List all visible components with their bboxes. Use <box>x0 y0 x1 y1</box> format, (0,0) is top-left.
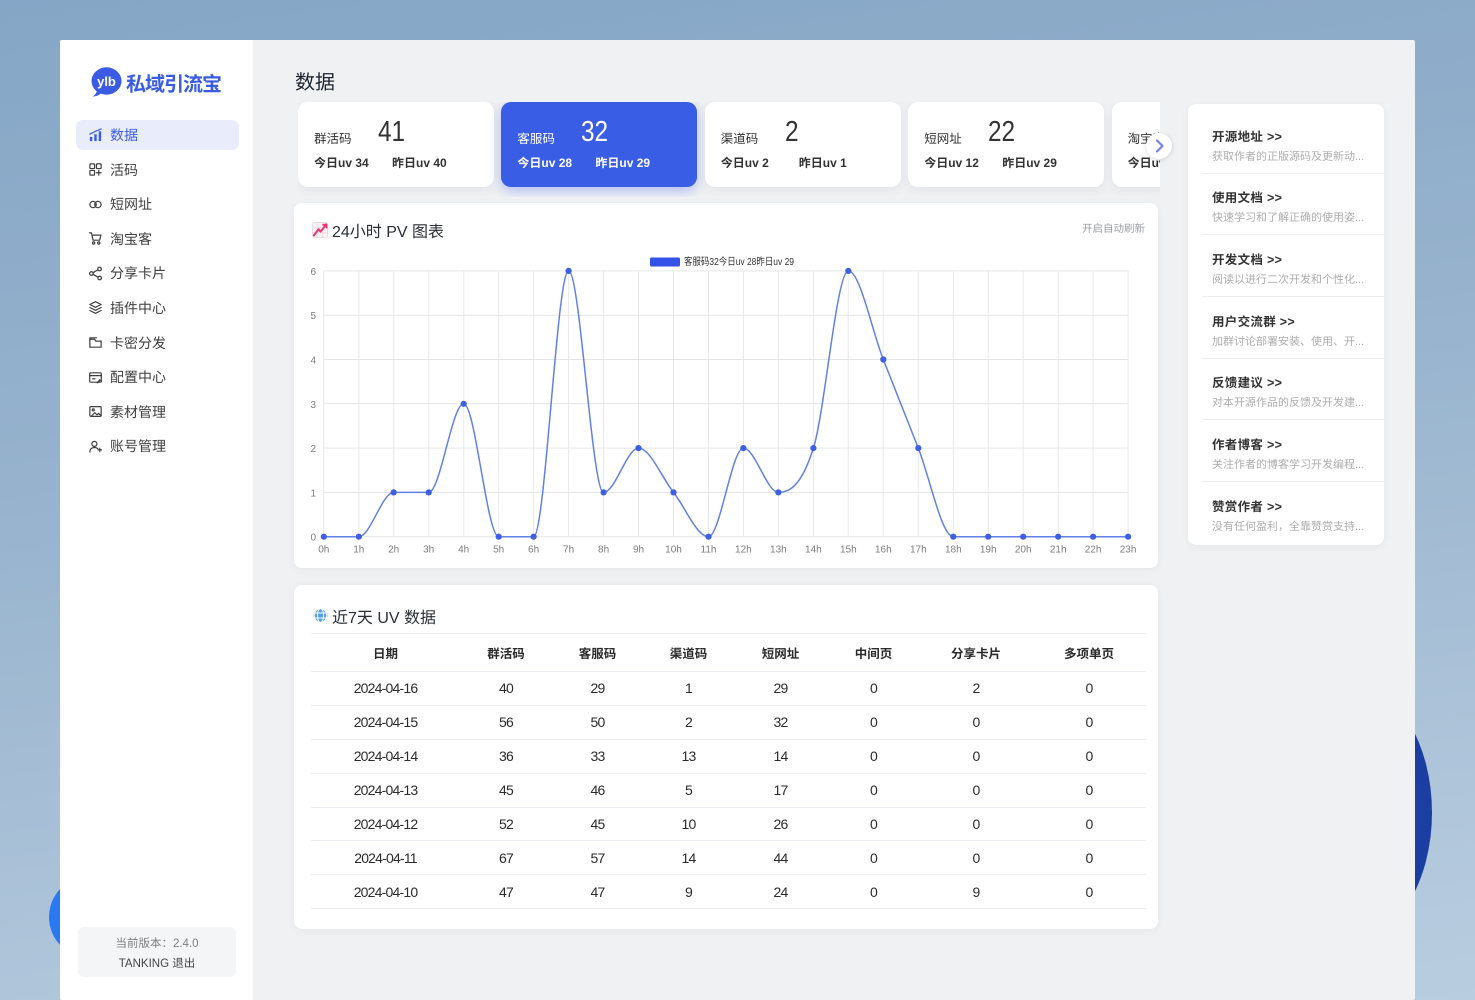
svg-text:1: 1 <box>310 488 316 499</box>
svg-text:6h: 6h <box>528 545 539 556</box>
svg-text:0: 0 <box>310 533 316 544</box>
svg-text:11h: 11h <box>701 545 717 556</box>
svg-text:22h: 22h <box>1085 545 1102 556</box>
svg-text:5h: 5h <box>493 545 504 556</box>
svg-text:20h: 20h <box>1015 545 1032 556</box>
svg-text:1h: 1h <box>353 545 364 556</box>
svg-text:16h: 16h <box>875 545 892 556</box>
svg-text:0h: 0h <box>318 545 329 556</box>
svg-text:6: 6 <box>310 267 316 278</box>
svg-text:8h: 8h <box>598 545 609 556</box>
svg-text:9h: 9h <box>633 545 644 556</box>
svg-text:3h: 3h <box>423 545 434 556</box>
svg-text:ylb: ylb <box>97 74 116 89</box>
svg-text:3: 3 <box>310 400 316 411</box>
svg-text:10h: 10h <box>665 545 682 556</box>
svg-text:18h: 18h <box>945 545 962 556</box>
svg-text:4h: 4h <box>458 545 469 556</box>
svg-text:客服码32今日uv 28昨日uv 29: 客服码32今日uv 28昨日uv 29 <box>684 256 794 268</box>
svg-text:21h: 21h <box>1050 545 1067 556</box>
svg-text:23h: 23h <box>1120 545 1137 556</box>
svg-text:17h: 17h <box>910 545 927 556</box>
svg-text:19h: 19h <box>980 545 997 556</box>
svg-text:15h: 15h <box>840 545 857 556</box>
svg-text:13h: 13h <box>770 545 787 556</box>
svg-text:5: 5 <box>310 311 316 322</box>
svg-text:14h: 14h <box>805 545 822 556</box>
svg-text:12h: 12h <box>735 545 752 556</box>
svg-text:2h: 2h <box>388 545 399 556</box>
svg-text:2: 2 <box>310 444 316 455</box>
svg-text:4: 4 <box>310 356 316 367</box>
svg-text:7h: 7h <box>563 545 574 556</box>
